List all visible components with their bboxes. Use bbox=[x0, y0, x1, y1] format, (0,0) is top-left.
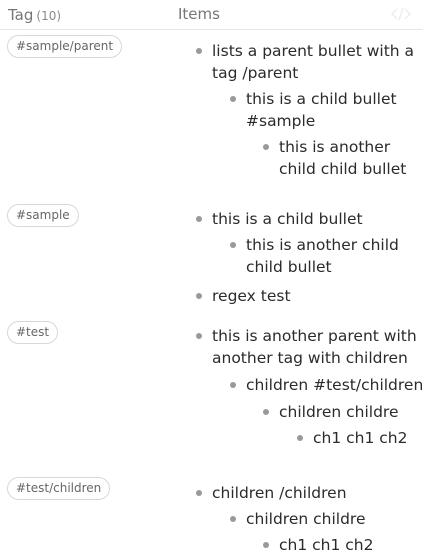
tag-pill-test[interactable]: #test bbox=[7, 321, 59, 344]
list-item[interactable]: ch1 ch1 ch2 bbox=[262, 534, 374, 556]
list-item[interactable]: lists a parent bullet with a tag /parent bbox=[195, 40, 415, 84]
list-item-text: ch1 ch1 ch2 bbox=[313, 429, 408, 447]
items-column-header[interactable]: Items bbox=[178, 5, 220, 23]
list-item-text: this is a child bullet bbox=[246, 90, 397, 108]
list-item-text: child child bullet bbox=[279, 160, 407, 178]
table-header: Tag (10) Items bbox=[0, 0, 423, 30]
list-item[interactable]: this is another child child bullet bbox=[230, 234, 399, 278]
list-item-text: this is another bbox=[279, 138, 391, 156]
list-item[interactable]: children childre bbox=[262, 401, 399, 423]
list-item-text: this is a child bullet bbox=[212, 210, 363, 228]
list-item[interactable]: this is a child bullet bbox=[196, 208, 363, 230]
tag-count: (10) bbox=[36, 9, 62, 23]
code-icon[interactable] bbox=[390, 5, 412, 23]
tag-table: Tag (10) Items #sample/parent lists a par… bbox=[0, 0, 443, 556]
list-item-text: this is another parent with bbox=[212, 327, 417, 345]
tag-pill-sample[interactable]: #sample bbox=[7, 204, 79, 227]
list-item[interactable]: ch1 ch1 ch2 bbox=[296, 427, 408, 449]
list-item-text: children childre bbox=[279, 403, 399, 421]
list-item[interactable]: this is another child child bullet bbox=[262, 136, 407, 180]
list-item[interactable]: children childre bbox=[229, 508, 366, 530]
tag-column-header[interactable]: Tag (10) bbox=[8, 6, 61, 24]
list-item-text: children childre bbox=[246, 510, 366, 528]
list-item-text: lists a parent bullet with a bbox=[212, 42, 415, 60]
list-item-text: regex test bbox=[212, 287, 291, 305]
list-item[interactable]: this is another parent with another tag … bbox=[196, 325, 417, 369]
list-item-text: this is another child bbox=[246, 236, 399, 254]
list-item-text: children #test/children bbox=[246, 376, 424, 394]
tag-pill-sample-parent[interactable]: #sample/parent bbox=[7, 35, 123, 58]
list-item[interactable]: regex test bbox=[196, 285, 291, 307]
tag-column-label: Tag bbox=[8, 6, 34, 24]
list-item-text: children /children bbox=[212, 484, 347, 502]
list-item-text: tag /parent bbox=[212, 64, 299, 82]
list-item-text: another tag with children bbox=[212, 349, 408, 367]
list-item-text: ch1 ch1 ch2 bbox=[279, 536, 374, 554]
list-item[interactable]: children /children bbox=[196, 482, 347, 504]
tag-pill-test-children[interactable]: #test/children bbox=[7, 477, 111, 500]
list-item[interactable]: this is a child bullet #sample bbox=[230, 88, 397, 132]
list-item-text: child bullet bbox=[246, 258, 332, 276]
list-item[interactable]: children #test/children bbox=[229, 374, 424, 396]
list-item-text: #sample bbox=[246, 112, 316, 130]
